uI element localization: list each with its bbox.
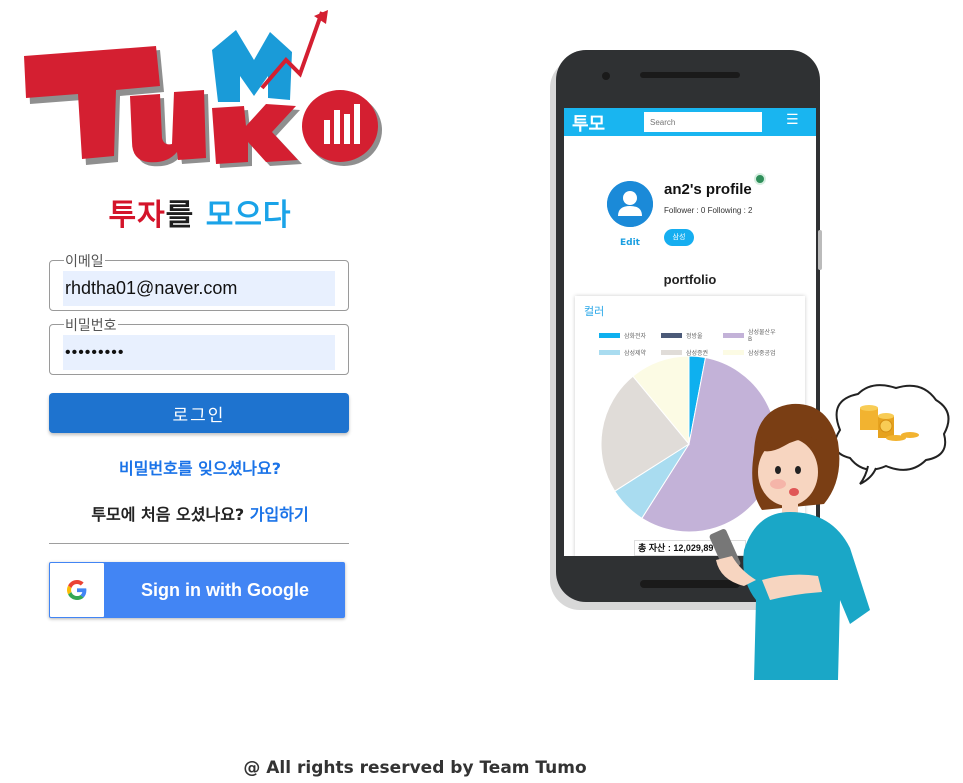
app-search-input[interactable]	[644, 112, 762, 132]
tagline-gather: 모으다	[205, 198, 292, 233]
legend-swatch	[723, 332, 744, 338]
person-illustration	[709, 384, 950, 680]
google-button-label: Sign in with Google	[141, 580, 309, 600]
chart-title: 컬러	[584, 305, 605, 318]
portfolio-title: portfolio	[663, 272, 717, 287]
interest-tag[interactable]: 삼성	[664, 229, 694, 246]
signup-prompt-row: 투모에 처음 오셨나요? 가입하기	[0, 501, 400, 525]
legend-item[interactable]: 정방울	[661, 327, 715, 343]
email-field: 이메일	[49, 254, 349, 311]
camera-icon	[602, 72, 610, 80]
google-icon	[67, 580, 87, 600]
profile-name: an2's profile	[664, 181, 752, 198]
edit-profile-link[interactable]: Edit	[620, 238, 640, 248]
email-label: 이메일	[64, 254, 105, 270]
legend-swatch	[661, 332, 682, 338]
online-status-icon	[754, 173, 766, 185]
logo-letter-u	[130, 90, 210, 167]
tumo-logo	[24, 10, 382, 168]
password-field: 비밀번호	[49, 318, 349, 375]
legend-swatch	[599, 332, 620, 338]
app-header: 투모 ☰	[564, 108, 816, 136]
hamburger-icon[interactable]: ☰	[786, 112, 799, 128]
password-label: 비밀번호	[64, 318, 118, 334]
legend-label: 삼화전자	[624, 332, 647, 340]
legend-item[interactable]: 삼화전자	[599, 327, 653, 343]
logo-letter-k	[212, 104, 302, 168]
legend-label: 정방울	[686, 332, 703, 340]
logo-letter-o	[302, 90, 382, 166]
login-button[interactable]: 로그인	[49, 393, 349, 433]
email-input[interactable]	[63, 271, 335, 306]
legend-label: 삼성물산우B	[748, 329, 776, 343]
speaker-grille	[640, 72, 740, 78]
divider	[49, 543, 349, 544]
legend-item[interactable]: 삼성물산우B	[723, 327, 777, 343]
app-title: 투모	[572, 114, 606, 135]
follow-info: Follower : 0 Following : 2	[664, 206, 753, 215]
avatar-icon	[607, 181, 653, 227]
google-signin-button[interactable]: Sign in with Google	[49, 562, 345, 618]
forgot-password-link[interactable]: 비밀번호를 잊으셨나요?	[0, 455, 400, 479]
signup-prompt-text: 투모에 처음 오셨나요?	[91, 505, 245, 524]
tagline: 투자를 모으다	[0, 190, 400, 234]
footer-copyright: @ All rights reserved by Team Tumo	[243, 758, 587, 778]
google-logo-box	[50, 563, 104, 617]
tagline-invest: 투자	[108, 198, 166, 233]
tagline-particle: 를	[165, 198, 206, 233]
shirt	[743, 512, 870, 680]
signup-link[interactable]: 가입하기	[250, 505, 309, 524]
password-input[interactable]	[63, 335, 335, 370]
